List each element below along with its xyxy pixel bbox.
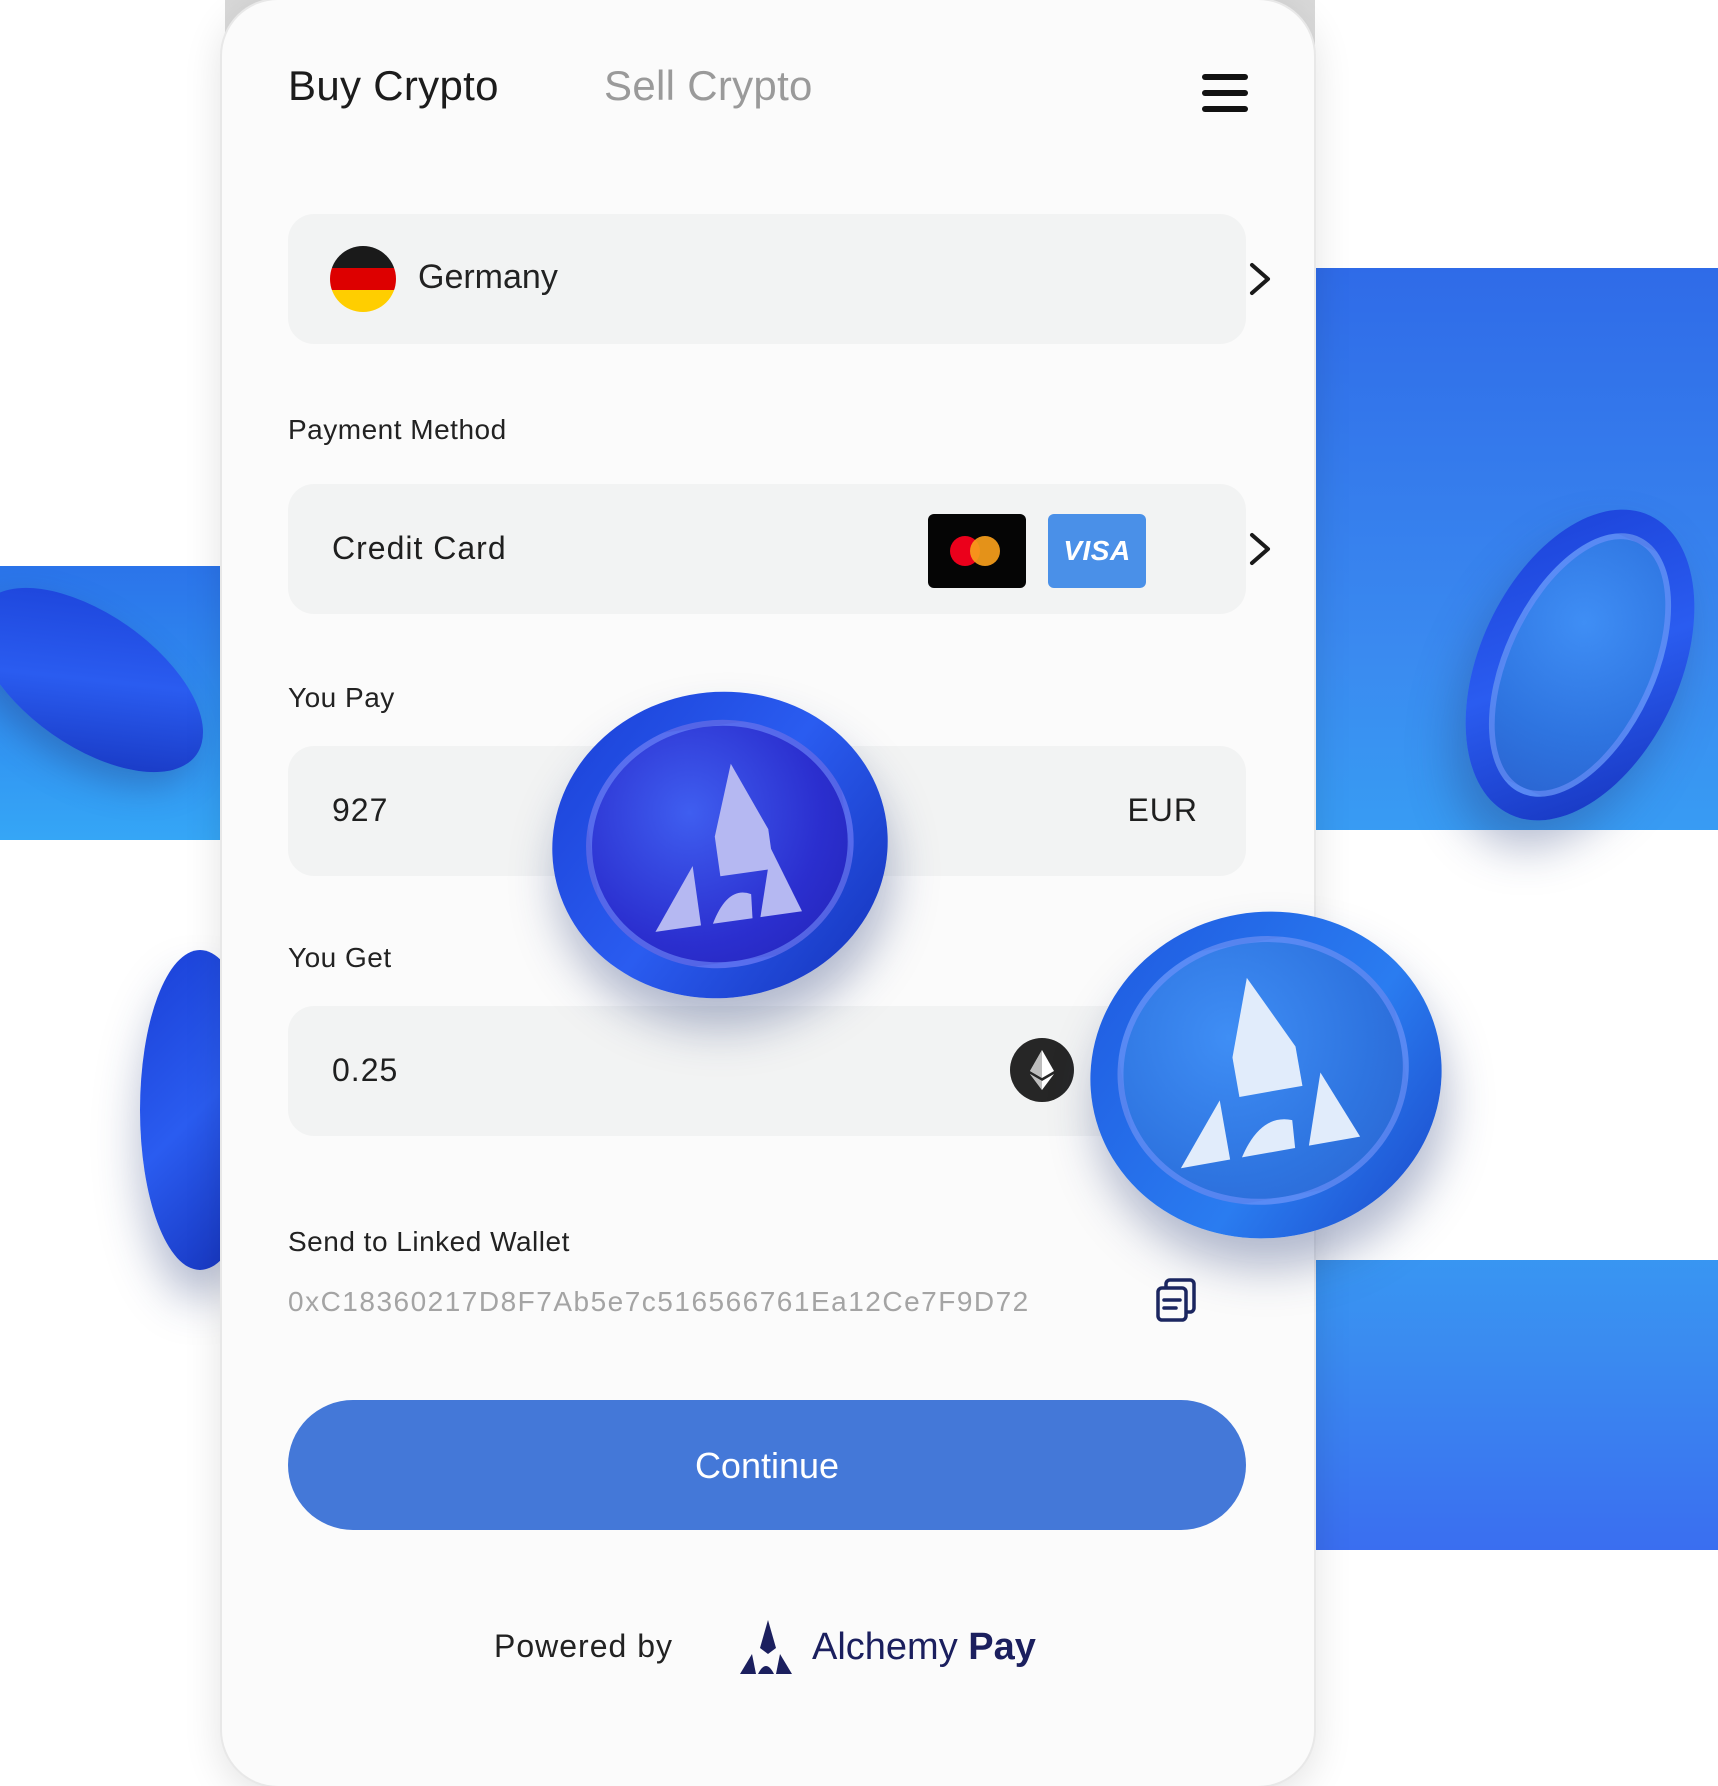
germany-flag-icon — [330, 246, 396, 312]
tab-buy-crypto[interactable]: Buy Crypto — [288, 62, 499, 110]
brand-name-pay: Pay — [968, 1626, 1036, 1668]
country-selector[interactable]: Germany — [288, 214, 1270, 344]
linked-wallet-label: Send to Linked Wallet — [288, 1226, 570, 1257]
chevron-right-icon — [1246, 259, 1274, 299]
payment-method-label: Payment Method — [288, 414, 507, 445]
copy-icon[interactable] — [1152, 1276, 1200, 1324]
brand-name-alchemy: Alchemy — [812, 1626, 958, 1668]
coin-center-face — [569, 702, 870, 986]
alchemy-pay-logo-icon — [738, 1618, 794, 1676]
coin-right-bottom-face — [1096, 913, 1431, 1228]
visa-icon: VISA — [1048, 514, 1146, 588]
country-name: Germany — [418, 258, 558, 296]
you-pay-amount: 927 — [332, 792, 389, 828]
tab-sell-crypto[interactable]: Sell Crypto — [604, 62, 813, 110]
you-get-label: You Get — [288, 942, 392, 973]
you-pay-currency[interactable]: EUR — [1127, 792, 1198, 829]
alchemy-pay-wordmark: Alchemy Pay — [812, 1626, 1036, 1669]
payment-method-selector[interactable]: Credit Card VISA — [288, 484, 1270, 614]
wallet-address: 0xC18360217D8F7Ab5e7c516566761Ea12Ce7F9D… — [288, 1286, 1030, 1317]
you-pay-label: You Pay — [288, 682, 395, 713]
continue-button[interactable]: Continue — [288, 1400, 1246, 1530]
chevron-right-icon — [1246, 529, 1274, 569]
ethereum-icon[interactable] — [1010, 1038, 1074, 1102]
you-get-amount: 0.25 — [332, 1052, 399, 1088]
mastercard-icon — [928, 514, 1026, 588]
powered-by-label: Powered by — [494, 1628, 673, 1664]
payment-method-value: Credit Card — [332, 530, 507, 566]
hamburger-menu-icon[interactable] — [1202, 74, 1248, 114]
